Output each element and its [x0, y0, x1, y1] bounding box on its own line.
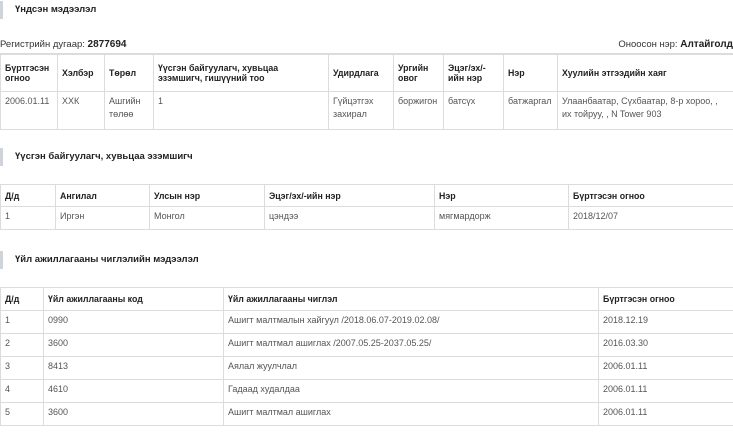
table-row: 4 4610 Гадаад худалдаа 2006.01.11	[0, 379, 733, 403]
table-cell: 2016.03.30	[598, 333, 733, 357]
table-cell: цэндээ	[264, 206, 435, 230]
table-cell: Ашигт малтмал ашиглах /2007.05.25-2037.0…	[223, 333, 599, 357]
column-header: Үйл ажиллагааны чиглэл	[223, 287, 599, 311]
column-header: Бүртгэсэн огноо	[0, 53, 58, 92]
table-header-row: Д/д Үйл ажиллагааны код Үйл ажиллагааны …	[0, 287, 733, 311]
column-header: Улсын нэр	[149, 184, 265, 207]
column-header: Ангилал	[55, 184, 150, 207]
table-cell: ХХК	[57, 91, 105, 130]
table-cell: 4	[0, 379, 44, 403]
table-row: 2 3600 Ашигт малтмал ашиглах /2007.05.25…	[0, 333, 733, 357]
table-cell: 2006.01.11	[0, 91, 58, 130]
table-cell: батжаргал	[503, 91, 558, 130]
registration-number: Регистрийн дугаар: 2877694	[0, 38, 126, 52]
column-header: Эцэг/эх/-ийн нэр	[264, 184, 435, 207]
table-row: 1 Иргэн Монгол цэндээ мягмардорж 2018/12…	[0, 206, 733, 230]
table-cell: 3600	[43, 333, 224, 357]
column-header: Нэр	[503, 53, 558, 92]
registration-value: 2877694	[87, 39, 127, 50]
section-title-founders: Үүсгэн байгуулагч, хувьцаа эзэмшигч	[0, 148, 193, 166]
table-header-row: Д/д Ангилал Улсын нэр Эцэг/эх/-ийн нэр Н…	[0, 184, 733, 207]
table-cell: Аялал жуулчлал	[223, 356, 599, 380]
column-header: Бүртгэсэн огноо	[568, 184, 733, 207]
table-cell: Гадаад худалдаа	[223, 379, 599, 403]
section-title-basic-info: Үндсэн мэдээлэл	[0, 1, 96, 19]
column-header: Хэлбэр	[57, 53, 105, 92]
table-cell: Гүйцэтгэх захирал	[328, 91, 394, 130]
table-cell: 4610	[43, 379, 224, 403]
table-cell: батсүх	[443, 91, 504, 130]
company-name-label: Оноосон нэр:	[618, 39, 678, 50]
registration-line: Регистрийн дугаар: 2877694 Оноосон нэр: …	[0, 38, 733, 52]
column-header: Д/д	[0, 287, 44, 311]
table-cell: 2006.01.11	[598, 402, 733, 426]
table-cell: 1	[0, 206, 56, 230]
table-row: 2006.01.11 ХХК Ашгийн төлөө 1 Гүйцэтгэх …	[0, 91, 733, 130]
column-header: Эцэг/эх/-ийн нэр	[443, 53, 504, 92]
column-header: Төрөл	[104, 53, 154, 92]
founders-table: Д/д Ангилал Улсын нэр Эцэг/эх/-ийн нэр Н…	[0, 184, 733, 230]
table-cell: 0990	[43, 310, 224, 334]
column-header: Бүртгэсэн огноо	[598, 287, 733, 311]
table-cell: 2006.01.11	[598, 379, 733, 403]
table-cell: 2006.01.11	[598, 356, 733, 380]
table-cell: 2018/12/07	[568, 206, 733, 230]
column-header: Ургийн овог	[393, 53, 444, 92]
table-cell: мягмардорж	[434, 206, 569, 230]
column-header: Үйл ажиллагааны код	[43, 287, 224, 311]
company-name-value: Алтайголд	[680, 39, 733, 50]
table-cell: Ашигт малтмал ашиглах	[223, 402, 599, 426]
column-header: Хуулийн этгээдийн хаяг	[557, 53, 733, 92]
table-cell: Монгол	[149, 206, 265, 230]
company-name: Оноосон нэр: Алтайголд	[618, 38, 733, 52]
table-cell: Ашгийн төлөө	[104, 91, 154, 130]
column-header: Удирдлага	[328, 53, 394, 92]
table-row: 1 0990 Ашигт малтмалын хайгуул /2018.06.…	[0, 310, 733, 334]
column-header: Үүсгэн байгуулагч, хувьцаа эзэмшигч, гиш…	[153, 53, 329, 92]
table-row: 3 8413 Аялал жуулчлал 2006.01.11	[0, 356, 733, 380]
table-cell: 2	[0, 333, 44, 357]
table-cell: 3	[0, 356, 44, 380]
table-cell: 8413	[43, 356, 224, 380]
table-cell: боржигон	[393, 91, 444, 130]
table-cell: Улаанбаатар, Сүхбаатар, 8-р хороо, , их …	[557, 91, 733, 130]
basic-info-table: Бүртгэсэн огноо Хэлбэр Төрөл Үүсгэн байг…	[0, 53, 733, 130]
table-cell: Иргэн	[55, 206, 150, 230]
table-header-row: Бүртгэсэн огноо Хэлбэр Төрөл Үүсгэн байг…	[0, 53, 733, 92]
column-header: Д/д	[0, 184, 56, 207]
table-row: 5 3600 Ашигт малтмал ашиглах 2006.01.11	[0, 402, 733, 426]
table-cell: Ашигт малтмалын хайгуул /2018.06.07-2019…	[223, 310, 599, 334]
table-cell: 1	[0, 310, 44, 334]
registration-label: Регистрийн дугаар:	[0, 39, 85, 50]
table-cell: 1	[153, 91, 329, 130]
table-cell: 3600	[43, 402, 224, 426]
table-cell: 2018.12.19	[598, 310, 733, 334]
activity-table: Д/д Үйл ажиллагааны код Үйл ажиллагааны …	[0, 287, 733, 426]
column-header: Нэр	[434, 184, 569, 207]
section-title-activities: Үйл ажиллагааны чиглэлийн мэдээлэл	[0, 251, 199, 269]
table-cell: 5	[0, 402, 44, 426]
